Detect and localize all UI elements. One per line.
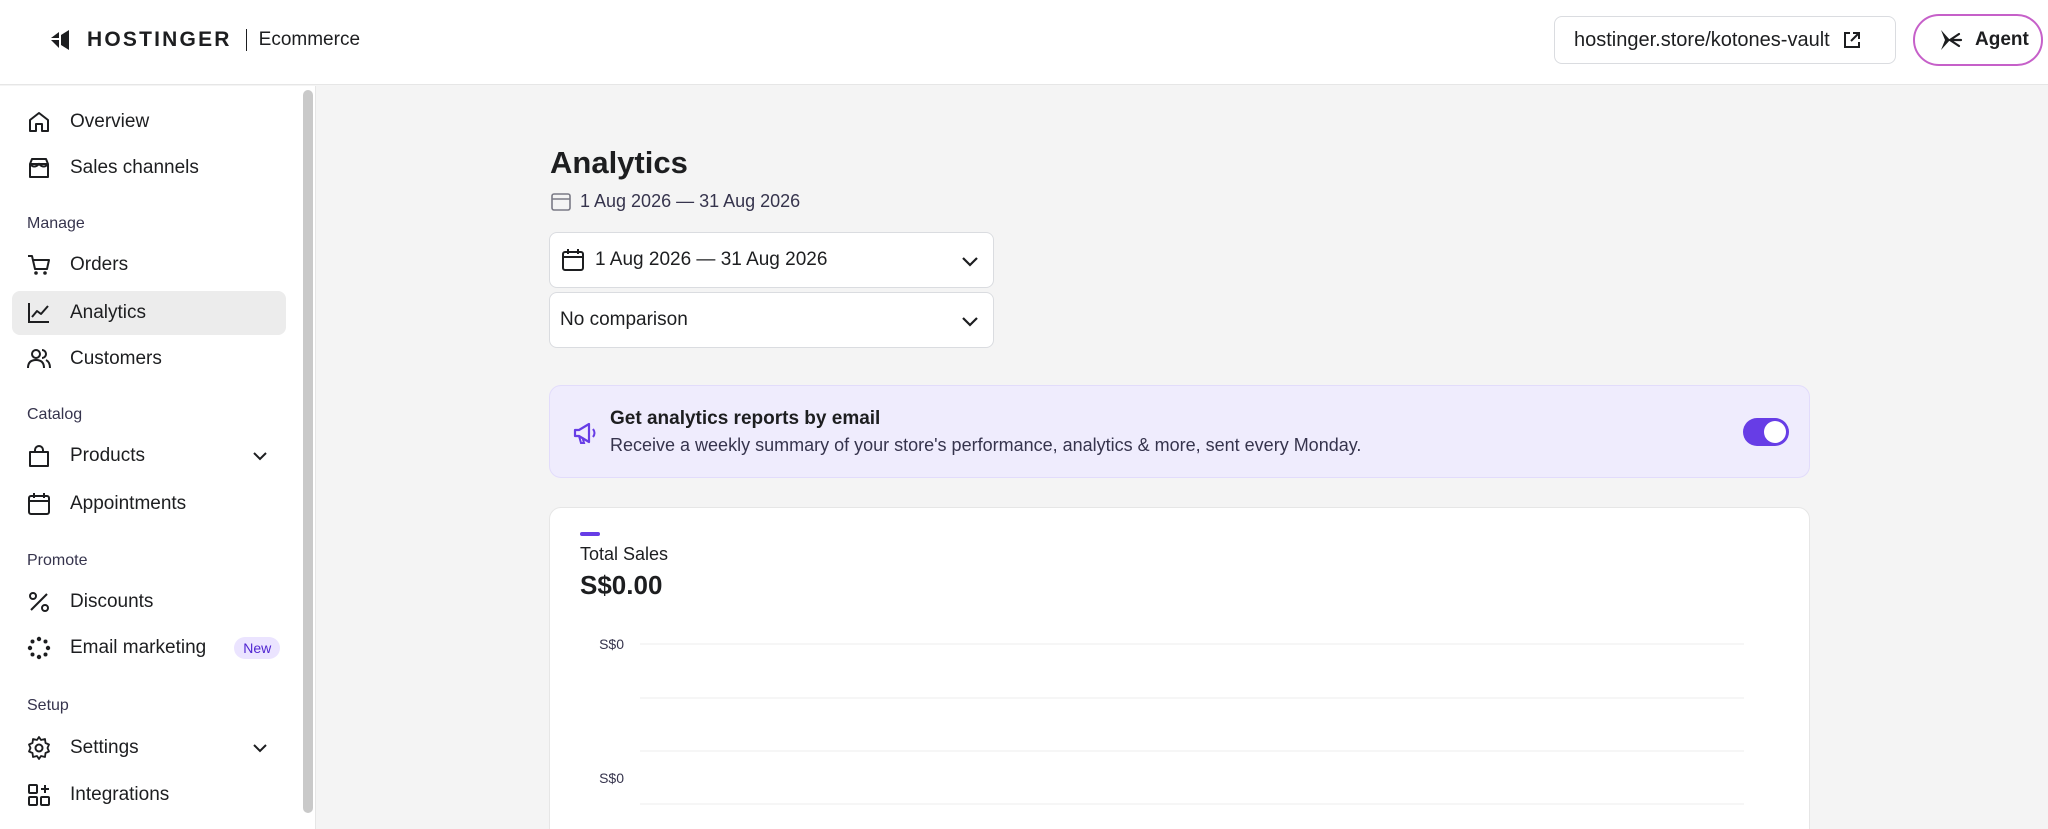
brand-name: HOSTINGER [87, 28, 232, 51]
sidebar-item-appointments[interactable]: Appointments [12, 482, 286, 526]
external-link-icon [1843, 32, 1860, 48]
sidebar-item-label: Discounts [70, 591, 154, 612]
section-label-catalog: Catalog [27, 406, 83, 423]
agent-button-label: Agent [1975, 29, 2029, 50]
y-tick-label: S$0 [599, 636, 624, 652]
date-range-text: 1 Aug 2026 — 31 Aug 2026 [580, 190, 801, 211]
sidebar-item-overview[interactable]: Overview [12, 100, 286, 144]
logo-divider [245, 29, 247, 51]
store-icon [29, 158, 49, 178]
sidebar: Overview Sales channels Manage Orders An… [0, 86, 316, 829]
chevron-down-icon [253, 744, 267, 753]
sidebar-item-label: Sales channels [70, 157, 199, 178]
section-label-promote: Promote [27, 552, 88, 569]
users-icon [27, 349, 51, 369]
cart-icon [28, 255, 50, 275]
sidebar-item-products[interactable]: Products [12, 434, 286, 478]
bag-icon [29, 445, 49, 467]
percent-icon [29, 592, 49, 612]
store-url-link[interactable]: hostinger.store/kotones-vault [1554, 16, 1896, 64]
chevron-down-icon [253, 452, 267, 461]
sidebar-item-discounts[interactable]: Discounts [12, 580, 286, 624]
sidebar-item-settings[interactable]: Settings [12, 726, 286, 770]
banner-text: Receive a weekly summary of your store's… [610, 435, 1362, 455]
sidebar-item-label: Customers [70, 348, 162, 369]
hostinger-logo[interactable]: HOSTINGER Ecommerce [49, 26, 360, 54]
product-name: Ecommerce [258, 29, 361, 50]
megaphone-icon [573, 422, 596, 444]
calendar-icon [28, 493, 50, 515]
sidebar-item-email-marketing[interactable]: Email marketing New [12, 626, 286, 670]
calendar-icon [551, 193, 571, 211]
sidebar-item-label: Integrations [70, 784, 170, 805]
chevron-down-icon [962, 317, 978, 327]
calendar-icon [562, 249, 584, 271]
sales-chart: S$0 S$0 [599, 636, 1744, 805]
date-range-subtitle: 1 Aug 2026 — 31 Aug 2026 [550, 190, 800, 212]
new-badge: New [234, 637, 281, 659]
email-reports-banner: Get analytics reports by email Receive a… [549, 385, 1810, 478]
grid-plus-icon [28, 784, 50, 806]
chart-icon [28, 303, 49, 323]
sidebar-item-label: Overview [70, 111, 150, 132]
email-reports-toggle[interactable] [1743, 418, 1789, 446]
gear-icon [28, 736, 50, 760]
sparkle-icon [27, 636, 51, 660]
sidebar-item-orders[interactable]: Orders [12, 243, 286, 287]
comparison-select-value: No comparison [560, 309, 688, 330]
y-tick-label: S$0 [599, 770, 624, 786]
sidebar-item-integrations[interactable]: Integrations [12, 773, 286, 817]
comparison-select[interactable]: No comparison [549, 292, 994, 348]
sidebar-scrollbar[interactable] [303, 90, 313, 813]
sidebar-item-customers[interactable]: Customers [12, 337, 286, 381]
chevron-down-icon [962, 257, 978, 267]
agent-sparkle-icon [1941, 30, 1963, 50]
sidebar-item-sales-channels[interactable]: Sales channels [12, 146, 286, 190]
page-title: Analytics [550, 145, 688, 180]
sidebar-item-label: Orders [70, 254, 129, 275]
store-url-text: hostinger.store/kotones-vault [1574, 28, 1830, 51]
toggle-knob [1764, 421, 1786, 443]
total-sales-card: Total Sales S$0.00 S$0 S$0 [549, 507, 1810, 829]
hostinger-logo-icon [51, 30, 69, 50]
sidebar-item-label: Email marketing [70, 637, 207, 658]
banner-title: Get analytics reports by email [610, 408, 881, 429]
top-header: HOSTINGER Ecommerce hostinger.store/koto… [0, 0, 2048, 85]
home-icon [29, 112, 49, 132]
sidebar-item-analytics[interactable]: Analytics [12, 291, 286, 335]
agent-button[interactable]: Agent [1913, 14, 2043, 66]
sidebar-item-label: Appointments [70, 493, 187, 514]
sidebar-item-label: Products [70, 445, 145, 466]
section-label-setup: Setup [27, 697, 69, 714]
sidebar-item-label: Settings [70, 737, 139, 758]
section-label-manage: Manage [27, 215, 85, 232]
date-range-select[interactable]: 1 Aug 2026 — 31 Aug 2026 [549, 232, 994, 288]
date-range-select-value: 1 Aug 2026 — 31 Aug 2026 [595, 249, 828, 270]
sidebar-item-label: Analytics [70, 302, 147, 323]
